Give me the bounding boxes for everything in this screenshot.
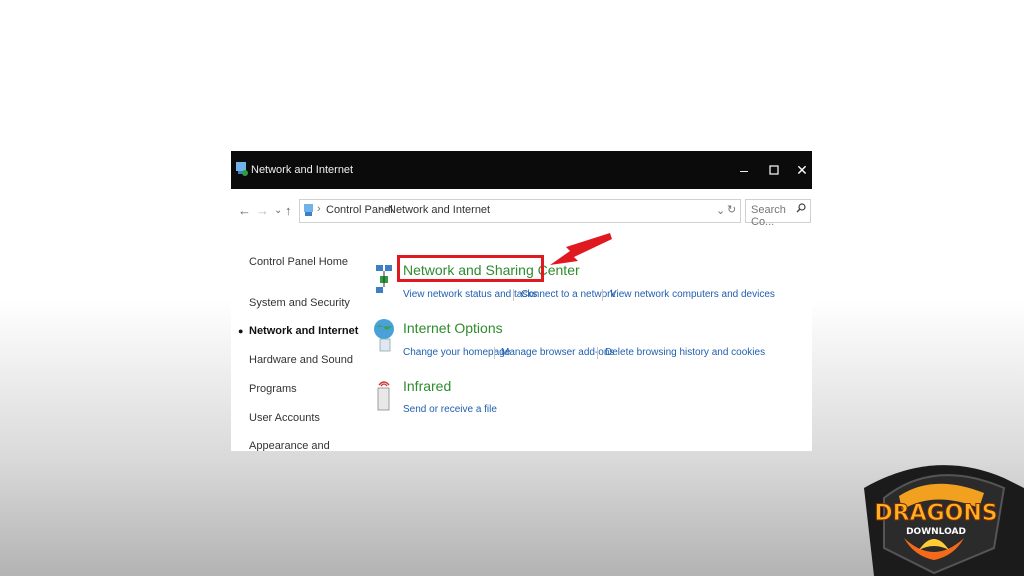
- breadcrumb-separator-icon: ›: [378, 203, 382, 215]
- infrared-icon: [377, 381, 390, 411]
- breadcrumb-control-panel[interactable]: Control Panel: [326, 204, 393, 216]
- address-dropdown-icon[interactable]: ⌄: [716, 204, 725, 217]
- sidebar-item-network-internet[interactable]: Network and Internet: [249, 325, 358, 337]
- refresh-icon[interactable]: ↻: [727, 203, 736, 216]
- highlight-box: [397, 255, 544, 282]
- link-divider: [494, 347, 495, 359]
- breadcrumb-network-internet[interactable]: Network and Internet: [388, 204, 490, 216]
- infrared-title[interactable]: Infrared: [403, 378, 451, 394]
- maximize-icon[interactable]: [759, 157, 789, 183]
- sidebar-item-programs[interactable]: Programs: [249, 383, 297, 395]
- back-arrow-icon[interactable]: ←: [238, 203, 251, 218]
- sidebar-item-user-accounts[interactable]: User Accounts: [249, 412, 320, 424]
- svg-text:DOWNLOAD: DOWNLOAD: [906, 527, 966, 537]
- address-row: ← → ⌄ ↑ › Control Panel › Network and In…: [231, 189, 812, 235]
- title-bar: Network and Internet – ✕: [231, 151, 812, 189]
- sidebar-item-hardware-sound[interactable]: Hardware and Sound: [249, 354, 353, 366]
- svg-text:DRAGONS: DRAGONS: [874, 501, 997, 526]
- globe-icon: [374, 319, 394, 352]
- control-panel-window: Network and Internet – ✕ ← → ⌄ ↑ › Contr…: [231, 151, 812, 451]
- red-pointer-arrow-icon: [550, 233, 612, 265]
- search-icon[interactable]: [796, 203, 806, 216]
- minimize-icon[interactable]: –: [729, 157, 759, 183]
- close-icon[interactable]: ✕: [787, 157, 812, 183]
- sidebar-item-control-panel-home[interactable]: Control Panel Home: [249, 256, 348, 268]
- internet-options-title[interactable]: Internet Options: [403, 320, 503, 336]
- network-icon: [376, 265, 392, 293]
- network-internet-app-icon: [236, 162, 248, 176]
- breadcrumb-separator-icon: ›: [317, 203, 321, 215]
- active-bullet-icon: ●: [238, 326, 244, 336]
- view-network-status-link[interactable]: View network status and tasks: [403, 289, 537, 300]
- dragons-download-logo: DRAGONS DOWNLOAD: [864, 465, 1024, 576]
- delete-browsing-history-link[interactable]: Delete browsing history and cookies: [605, 347, 765, 358]
- forward-arrow-icon[interactable]: →: [256, 203, 269, 218]
- up-arrow-icon[interactable]: ↑: [285, 203, 292, 218]
- recent-locations-icon[interactable]: ⌄: [274, 205, 282, 216]
- sidebar-item-appearance[interactable]: Appearance and: [249, 440, 330, 451]
- address-bar[interactable]: › Control Panel › Network and Internet ⌄…: [299, 199, 741, 223]
- link-divider: [597, 347, 598, 359]
- window-title: Network and Internet: [251, 164, 354, 176]
- sidebar-item-system-security[interactable]: System and Security: [249, 297, 350, 309]
- search-input[interactable]: Search Co...: [745, 199, 811, 228]
- link-divider: [602, 289, 603, 301]
- view-network-computers-link[interactable]: View network computers and devices: [610, 289, 775, 300]
- control-panel-icon: [304, 204, 313, 216]
- send-receive-file-link[interactable]: Send or receive a file: [403, 404, 497, 415]
- link-divider: [513, 289, 514, 301]
- sidebar: Control Panel Home System and Security ●…: [231, 235, 361, 451]
